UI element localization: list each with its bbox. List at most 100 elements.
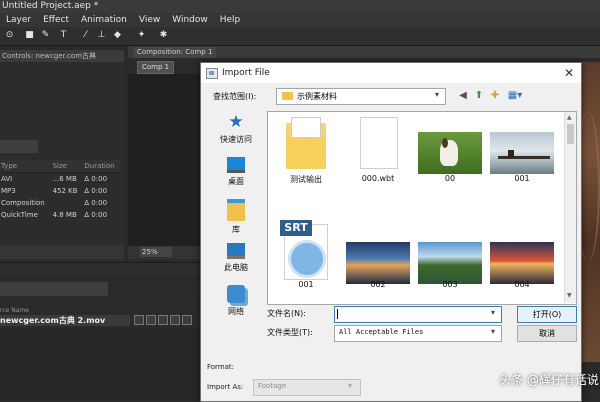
dialog-app-icon bbox=[206, 68, 218, 79]
srt-file-icon: SRT bbox=[280, 220, 330, 280]
folder-icon bbox=[282, 92, 293, 100]
dialog-title-bar: Import File ✕ bbox=[201, 63, 581, 83]
column-header-duration[interactable]: Duration bbox=[84, 160, 120, 172]
zoom-level[interactable]: 25% bbox=[140, 247, 172, 257]
orbit-tool-icon[interactable]: ⊙ bbox=[4, 30, 15, 41]
cell-type: Composition bbox=[1, 199, 45, 207]
file-name: 003 bbox=[442, 280, 458, 289]
chevron-down-icon[interactable]: ▾ bbox=[491, 308, 495, 317]
place-this-pc[interactable]: 此电脑 bbox=[211, 243, 261, 273]
import-file-dialog: Import File ✕ 查找范围(I): 示例素材料 ▾ ◀ ⬆ ✚ ▦▾ … bbox=[200, 62, 582, 402]
file-type-label: 文件类型(T): bbox=[267, 328, 313, 337]
back-icon[interactable]: ◀ bbox=[457, 90, 469, 102]
menu-window[interactable]: Window bbox=[166, 15, 214, 25]
eraser-tool-icon[interactable]: ◆ bbox=[112, 30, 123, 41]
rectangle-tool-icon[interactable]: ■ bbox=[24, 30, 35, 41]
import-as-dropdown[interactable]: Footage ▾ bbox=[253, 379, 361, 396]
timeline-layer-name[interactable]: newcger.com古典 2.mov bbox=[0, 315, 130, 326]
cell-duration: Δ 0:00 bbox=[84, 187, 108, 195]
app-title: Untitled Project.aep * bbox=[2, 1, 99, 11]
image-thumbnail bbox=[490, 242, 554, 284]
menu-view[interactable]: View bbox=[133, 15, 166, 25]
table-row[interactable]: AVI ...6 MB Δ 0:00 bbox=[0, 173, 120, 185]
look-in-dropdown[interactable]: 示例素材料 ▾ bbox=[276, 88, 446, 105]
puppet-tool-icon[interactable]: ✱ bbox=[158, 30, 169, 41]
place-label: 快速访问 bbox=[220, 135, 252, 144]
project-panel-footer bbox=[0, 245, 124, 259]
table-row[interactable]: MP3 452 KB Δ 0:00 bbox=[0, 185, 120, 197]
file-name: 004 bbox=[514, 280, 530, 289]
project-items-table: Type Size Duration AVI ...6 MB Δ 0:00 MP… bbox=[0, 160, 120, 221]
tools-bar: ⊙ ■ ✎ T ⁄ ⊥ ◆ ✦ ✱ bbox=[0, 27, 600, 46]
place-library[interactable]: 库 bbox=[211, 199, 261, 235]
image-thumbnail bbox=[490, 132, 554, 174]
srt-badge: SRT bbox=[280, 220, 312, 236]
column-header-size[interactable]: Size bbox=[53, 160, 85, 172]
cell-size: 4.8 MB bbox=[52, 211, 77, 219]
roto-tool-icon[interactable]: ✦ bbox=[136, 30, 147, 41]
library-icon bbox=[227, 199, 245, 221]
layer-switch[interactable] bbox=[182, 315, 192, 325]
file-list-pane[interactable]: 测试输出 000.wbt 00 001 SRT 001 002 003 004 … bbox=[267, 111, 577, 305]
place-desktop[interactable]: 桌面 bbox=[211, 157, 261, 187]
file-type-dropdown[interactable]: All Acceptable Files ▾ bbox=[334, 325, 502, 342]
file-name: 测试输出 bbox=[290, 175, 322, 184]
file-name: 001 bbox=[298, 280, 314, 289]
chevron-down-icon: ▾ bbox=[491, 327, 496, 336]
layer-switch[interactable] bbox=[158, 315, 168, 325]
text-caret bbox=[337, 309, 338, 319]
file-name-input[interactable]: ▾ bbox=[334, 306, 502, 323]
project-search-bar[interactable] bbox=[0, 140, 38, 153]
type-tool-icon[interactable]: T bbox=[58, 30, 69, 41]
file-type-value: All Acceptable Files bbox=[339, 328, 424, 336]
scroll-down-icon[interactable]: ▼ bbox=[567, 292, 572, 299]
menu-animation[interactable]: Animation bbox=[75, 15, 133, 25]
desktop-icon bbox=[227, 157, 245, 173]
cell-duration: Δ 0:00 bbox=[84, 175, 108, 183]
file-name: 001 bbox=[514, 174, 530, 183]
scroll-thumb[interactable] bbox=[567, 124, 574, 144]
source-name-header: rce Name bbox=[0, 307, 29, 314]
menu-layer[interactable]: Layer bbox=[0, 15, 37, 25]
table-row[interactable]: QuickTime 4.8 MB Δ 0:00 bbox=[0, 209, 120, 221]
clone-tool-icon[interactable]: ⊥ bbox=[96, 30, 107, 41]
star-icon: ★ bbox=[228, 112, 244, 132]
table-row[interactable]: Composition Δ 0:00 bbox=[0, 197, 120, 209]
comp-subtab[interactable]: Comp 1 bbox=[137, 61, 175, 74]
timeline-layers-area bbox=[0, 328, 200, 400]
layer-switch[interactable] bbox=[146, 315, 156, 325]
place-quick-access[interactable]: ★ 快速访问 bbox=[211, 113, 261, 145]
document-icon bbox=[360, 117, 398, 169]
cell-size bbox=[53, 197, 85, 209]
new-folder-icon[interactable]: ✚ bbox=[489, 90, 501, 102]
pen-tool-icon[interactable]: ✎ bbox=[40, 30, 51, 41]
import-as-label: Import As: bbox=[207, 383, 244, 391]
up-folder-icon[interactable]: ⬆ bbox=[473, 90, 485, 102]
menu-help[interactable]: Help bbox=[214, 15, 247, 25]
layer-switches bbox=[130, 313, 200, 327]
file-name-label: 文件名(N): bbox=[267, 309, 306, 318]
composition-tab[interactable]: Composition: Comp 1 bbox=[133, 47, 217, 58]
timeline-search-bar[interactable] bbox=[0, 282, 108, 296]
place-network[interactable]: 网络 bbox=[211, 285, 261, 317]
cancel-button[interactable]: 取消 bbox=[517, 325, 577, 342]
layer-switch[interactable] bbox=[134, 315, 144, 325]
brush-tool-icon[interactable]: ⁄ bbox=[80, 30, 91, 41]
chevron-down-icon: ▾ bbox=[348, 381, 353, 390]
project-panel-tab[interactable]: Controls: newcger.com古典 bbox=[0, 50, 124, 62]
cell-type: AVI bbox=[1, 175, 13, 183]
open-button[interactable]: 打开(O) bbox=[517, 306, 577, 323]
watermark-text: 头条 @辉仔有话说 bbox=[499, 373, 599, 387]
place-label: 库 bbox=[232, 225, 240, 234]
cell-size: 452 KB bbox=[52, 187, 78, 195]
column-header-type[interactable]: Type bbox=[0, 160, 53, 172]
file-list-scrollbar[interactable]: ▲ ▼ bbox=[564, 112, 576, 303]
scroll-up-icon[interactable]: ▲ bbox=[567, 114, 572, 121]
menu-effect[interactable]: Effect bbox=[37, 15, 75, 25]
dialog-title: Import File bbox=[222, 68, 270, 78]
layer-switch[interactable] bbox=[170, 315, 180, 325]
image-thumbnail bbox=[346, 242, 410, 284]
place-label: 桌面 bbox=[228, 177, 244, 186]
view-menu-icon[interactable]: ▦▾ bbox=[505, 90, 525, 102]
close-icon[interactable]: ✕ bbox=[561, 65, 577, 81]
